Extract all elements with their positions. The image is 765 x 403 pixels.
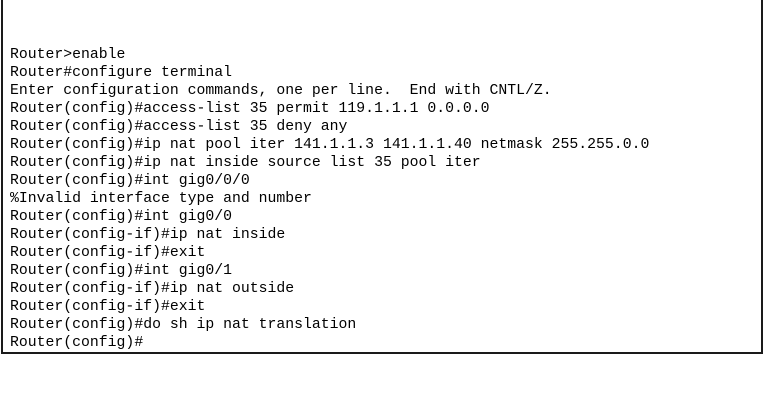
terminal-prompt[interactable]: Router(config)# [10, 334, 649, 352]
terminal-line: Router(config)#int gig0/0 [10, 209, 232, 225]
terminal-line: Router(config-if)#exit [10, 299, 206, 315]
terminal-line: Router(config)#do sh ip nat translation [10, 317, 357, 333]
terminal-line: Router(config-if)#ip nat outside [10, 281, 295, 297]
terminal-line: Router(config)#access-list 35 deny any [10, 119, 348, 135]
terminal-line: Enter configuration commands, one per li… [10, 83, 552, 99]
terminal-line: Router#configure terminal [10, 65, 232, 81]
terminal-line: Router>enable [10, 47, 126, 63]
terminal-error-line: %Invalid interface type and number [10, 191, 312, 207]
terminal-line: Router(config)#int gig0/1 [10, 263, 232, 279]
terminal-output: Router>enable Router#configure terminal … [10, 46, 649, 352]
terminal-line: Router(config-if)#ip nat inside [10, 227, 286, 243]
terminal-line: Router(config)#int gig0/0/0 [10, 173, 250, 189]
terminal-line: Router(config-if)#exit [10, 245, 206, 261]
terminal-window[interactable]: Router>enable Router#configure terminal … [1, 0, 763, 354]
terminal-line: Router(config)#access-list 35 permit 119… [10, 101, 490, 117]
terminal-line: Router(config)#ip nat pool iter 141.1.1.… [10, 137, 650, 153]
terminal-line: Router(config)#ip nat inside source list… [10, 155, 481, 171]
